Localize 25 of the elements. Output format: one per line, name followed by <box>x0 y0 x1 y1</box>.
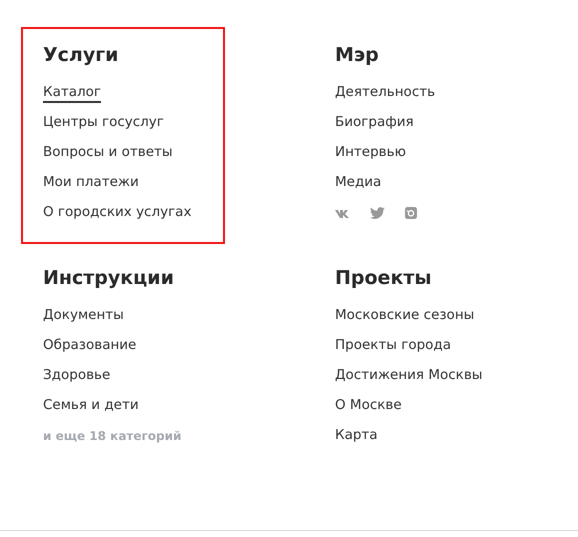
section-title: Услуги <box>43 43 120 67</box>
footer-link[interactable]: Карта <box>335 426 378 446</box>
section-title: Проекты <box>335 266 433 290</box>
footer-link[interactable]: Здоровье <box>43 366 110 386</box>
vk-icon[interactable] <box>335 208 350 218</box>
section-title: Мэр <box>335 43 380 67</box>
footer-link[interactable]: Мои платежи <box>43 173 139 193</box>
footer-link[interactable]: Деятельность <box>335 83 436 103</box>
footer-link[interactable]: Достижения Москвы <box>335 366 482 386</box>
footer-link[interactable]: О Москве <box>335 396 402 416</box>
footer-link[interactable]: Проекты города <box>335 336 452 356</box>
footer-link[interactable]: Медиа <box>335 173 382 193</box>
footer-link[interactable]: Семья и дети <box>43 396 139 416</box>
footer-link[interactable]: Документы <box>43 306 124 326</box>
camera-icon[interactable] <box>405 207 417 219</box>
footer-link[interactable]: Вопросы и ответы <box>43 143 173 163</box>
footer-link[interactable]: Московские сезоны <box>335 306 474 326</box>
footer-link[interactable]: О городских услугах <box>43 203 192 223</box>
footer-link[interactable]: Интервью <box>335 143 406 163</box>
footer-link[interactable]: Каталог <box>43 83 101 103</box>
bird-icon[interactable] <box>370 207 385 219</box>
section-title: Инструкции <box>43 266 175 290</box>
footer-link[interactable]: Центры госуслуг <box>43 113 164 133</box>
footer-link[interactable]: Биография <box>335 113 414 133</box>
footer-link[interactable]: Образование <box>43 336 136 356</box>
